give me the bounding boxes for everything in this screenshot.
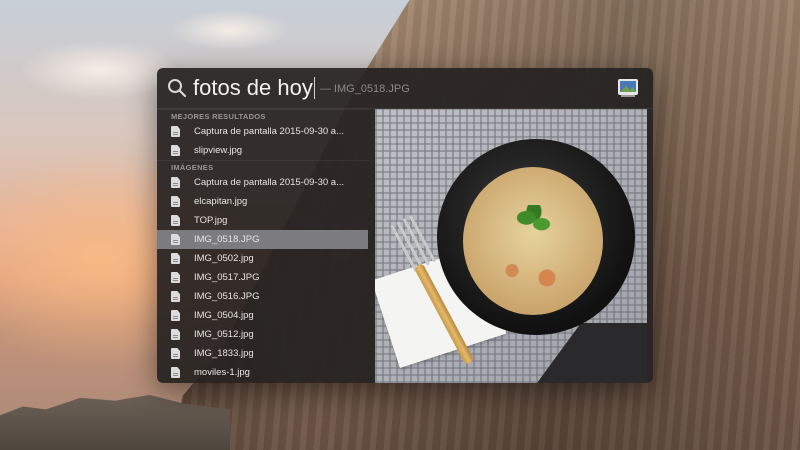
search-query-text: fotos de hoy: [193, 75, 313, 100]
search-input[interactable]: fotos de hoy — IMG_0518.JPG: [193, 74, 410, 103]
image-file-icon: [171, 367, 180, 378]
result-label: IMG_0518.JPG: [194, 234, 260, 245]
result-label: slipview.jpg: [194, 145, 243, 156]
result-item[interactable]: IMG_0502.jpg: [157, 249, 368, 268]
image-preview[interactable]: [375, 109, 647, 383]
result-label: Captura de pantalla 2015-09-30 a...: [194, 126, 344, 137]
search-completion-hint: — IMG_0518.JPG: [319, 83, 410, 95]
result-item-selected[interactable]: IMG_0518.JPG: [157, 230, 368, 249]
basil-garnish-region: [515, 205, 553, 237]
image-file-icon: [171, 329, 180, 340]
result-label: elcapitan.jpg: [194, 196, 248, 207]
result-label: TOP.jpg: [194, 215, 228, 226]
result-item[interactable]: TOP.jpg: [157, 211, 368, 230]
image-file-icon: [171, 291, 180, 302]
image-file-icon: [171, 126, 180, 137]
result-label: moviles-1.jpg: [194, 367, 250, 378]
image-file-icon: [171, 272, 180, 283]
results-list: MEJORES RESULTADOS Captura de pantalla 2…: [157, 108, 370, 383]
result-item[interactable]: IMG_0504.jpg: [157, 306, 368, 325]
search-icon: [168, 79, 187, 98]
result-label: IMG_0502.jpg: [194, 253, 254, 264]
image-file-icon: [171, 348, 180, 359]
result-item[interactable]: slipview.jpg: [157, 141, 368, 160]
result-item[interactable]: elcapitan.jpg: [157, 192, 368, 211]
result-item[interactable]: IMG_1833.jpg: [157, 344, 368, 363]
result-item[interactable]: moviles-1.jpg: [157, 363, 368, 382]
image-file-icon: [171, 145, 180, 156]
result-item[interactable]: IMG_0517.JPG: [157, 268, 368, 287]
result-item[interactable]: IMG_0512.jpg: [157, 325, 368, 344]
section-header-top-hits: MEJORES RESULTADOS: [157, 109, 370, 122]
image-file-icon: [171, 215, 180, 226]
result-item[interactable]: IMG_0516.JPG: [157, 287, 368, 306]
image-file-icon: [171, 253, 180, 264]
text-caret: [313, 77, 315, 99]
spotlight-search-bar[interactable]: fotos de hoy — IMG_0518.JPG: [157, 68, 653, 109]
preview-app-icon[interactable]: [617, 78, 639, 98]
image-file-icon: [171, 234, 180, 245]
image-file-icon: [171, 177, 180, 188]
result-label: Captura de pantalla 2015-09-30 a...: [194, 177, 344, 188]
spotlight-window: fotos de hoy — IMG_0518.JPG MEJORES RESUL…: [157, 68, 653, 383]
image-file-icon: [171, 196, 180, 207]
result-label: IMG_0517.JPG: [194, 272, 260, 283]
result-item[interactable]: Captura de pantalla 2015-09-30 a...: [157, 122, 368, 141]
result-label: IMG_0504.jpg: [194, 310, 254, 321]
result-label: IMG_0512.jpg: [194, 329, 254, 340]
image-file-icon: [171, 310, 180, 321]
result-label: IMG_1833.jpg: [194, 348, 254, 359]
food-image-region: [463, 167, 603, 315]
section-header-images: IMÁGENES: [157, 160, 370, 173]
result-item[interactable]: Captura de pantalla 2015-09-30 a...: [157, 173, 368, 192]
result-label: IMG_0516.JPG: [194, 291, 260, 302]
